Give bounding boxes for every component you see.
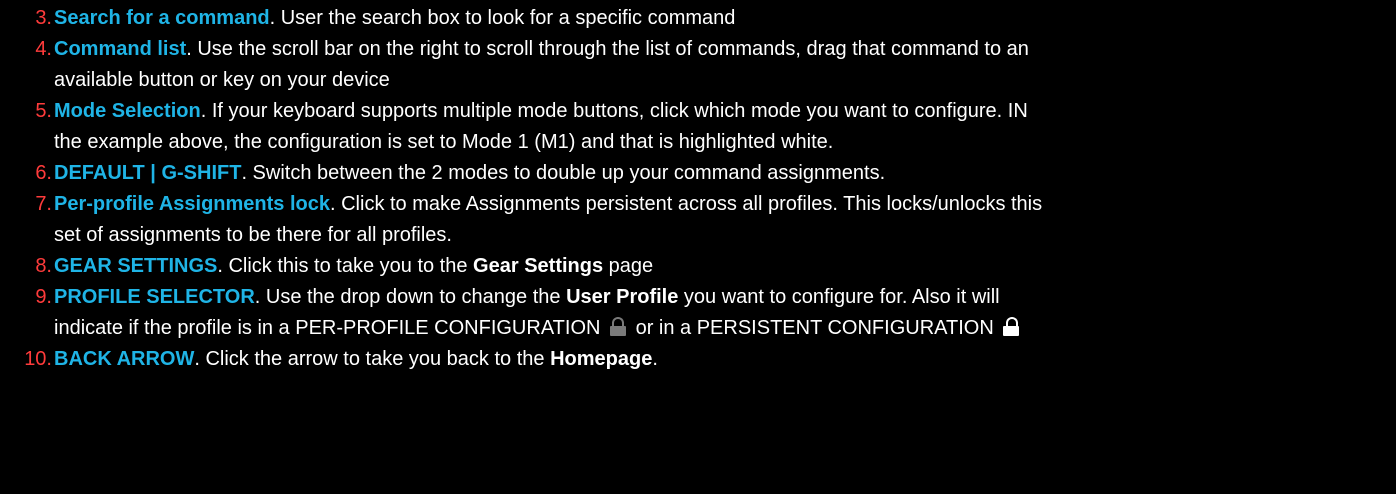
item-line: PROFILE SELECTOR. Use the drop down to c… — [54, 282, 1000, 313]
item-line: GEAR SETTINGS. Click this to take you to… — [54, 251, 653, 282]
item-bold-term: User Profile — [566, 286, 679, 308]
item-line-continuation: indicate if the profile is in a PER-PROF… — [54, 313, 1023, 344]
item-title: BACK ARROW — [54, 348, 195, 370]
numbered-instruction-list: 3. Search for a command. User the search… — [0, 0, 1396, 494]
item-number: 8. — [35, 255, 52, 277]
item-text-continued: the example above, the configuration is … — [54, 131, 834, 153]
item-text-after: . — [652, 348, 658, 370]
item-number: 7. — [35, 193, 52, 215]
item-bold-term: Homepage — [550, 348, 653, 370]
item-number: 10. — [24, 348, 52, 370]
locked-padlock-icon — [1003, 317, 1020, 336]
item-title: DEFAULT | G-SHIFT — [54, 162, 242, 184]
item-number: 6. — [35, 162, 52, 184]
item-text-after: page — [603, 255, 654, 277]
item-number: 5. — [35, 100, 52, 122]
unlocked-padlock-icon — [610, 317, 627, 336]
item-line: Mode Selection. If your keyboard support… — [54, 96, 1028, 127]
item-text: . Click this to take you to the — [217, 255, 474, 277]
item-bold-term: Gear Settings — [473, 255, 604, 277]
item-text: . Click the arrow to take you back to th… — [194, 348, 551, 370]
item-line: Search for a command. User the search bo… — [54, 3, 735, 34]
item-text: . If your keyboard supports multiple mod… — [200, 100, 1028, 122]
item-text: . Use the scroll bar on the right to scr… — [186, 38, 1029, 60]
item-text: . Switch between the 2 modes to double u… — [241, 162, 886, 184]
item-text: . User the search box to look for a spec… — [269, 7, 736, 29]
item-title: GEAR SETTINGS — [54, 255, 218, 277]
item-title: PROFILE SELECTOR — [54, 286, 255, 308]
item-line: BACK ARROW. Click the arrow to take you … — [54, 344, 658, 375]
item-number: 3. — [35, 7, 52, 29]
item-line: Per-profile Assignments lock. Click to m… — [54, 189, 1042, 220]
item-number: 4. — [35, 38, 52, 60]
item-title: Per-profile Assignments lock — [54, 193, 330, 215]
item-number: 9. — [35, 286, 52, 308]
item-line: DEFAULT | G-SHIFT. Switch between the 2 … — [54, 158, 885, 189]
item-line: Command list. Use the scroll bar on the … — [54, 34, 1029, 65]
item-line-continuation: available button or key on your device — [54, 65, 390, 96]
item-title: Mode Selection — [54, 100, 201, 122]
item-text-continued: available button or key on your device — [54, 69, 390, 91]
item-line-continuation: the example above, the configuration is … — [54, 127, 833, 158]
item-text: . Use the drop down to change the — [254, 286, 567, 308]
item-text-continued: set of assignments to be there for all p… — [54, 224, 452, 246]
item-title: Command list — [54, 38, 187, 60]
item-text-continued-mid: or in a PERSISTENT CONFIGURATION — [630, 317, 1000, 339]
item-text-after: you want to configure for. Also it will — [678, 286, 1000, 308]
item-line-continuation: set of assignments to be there for all p… — [54, 220, 452, 251]
item-text-continued: indicate if the profile is in a PER-PROF… — [54, 317, 607, 339]
item-title: Search for a command — [54, 7, 270, 29]
item-text: . Click to make Assignments persistent a… — [330, 193, 1043, 215]
